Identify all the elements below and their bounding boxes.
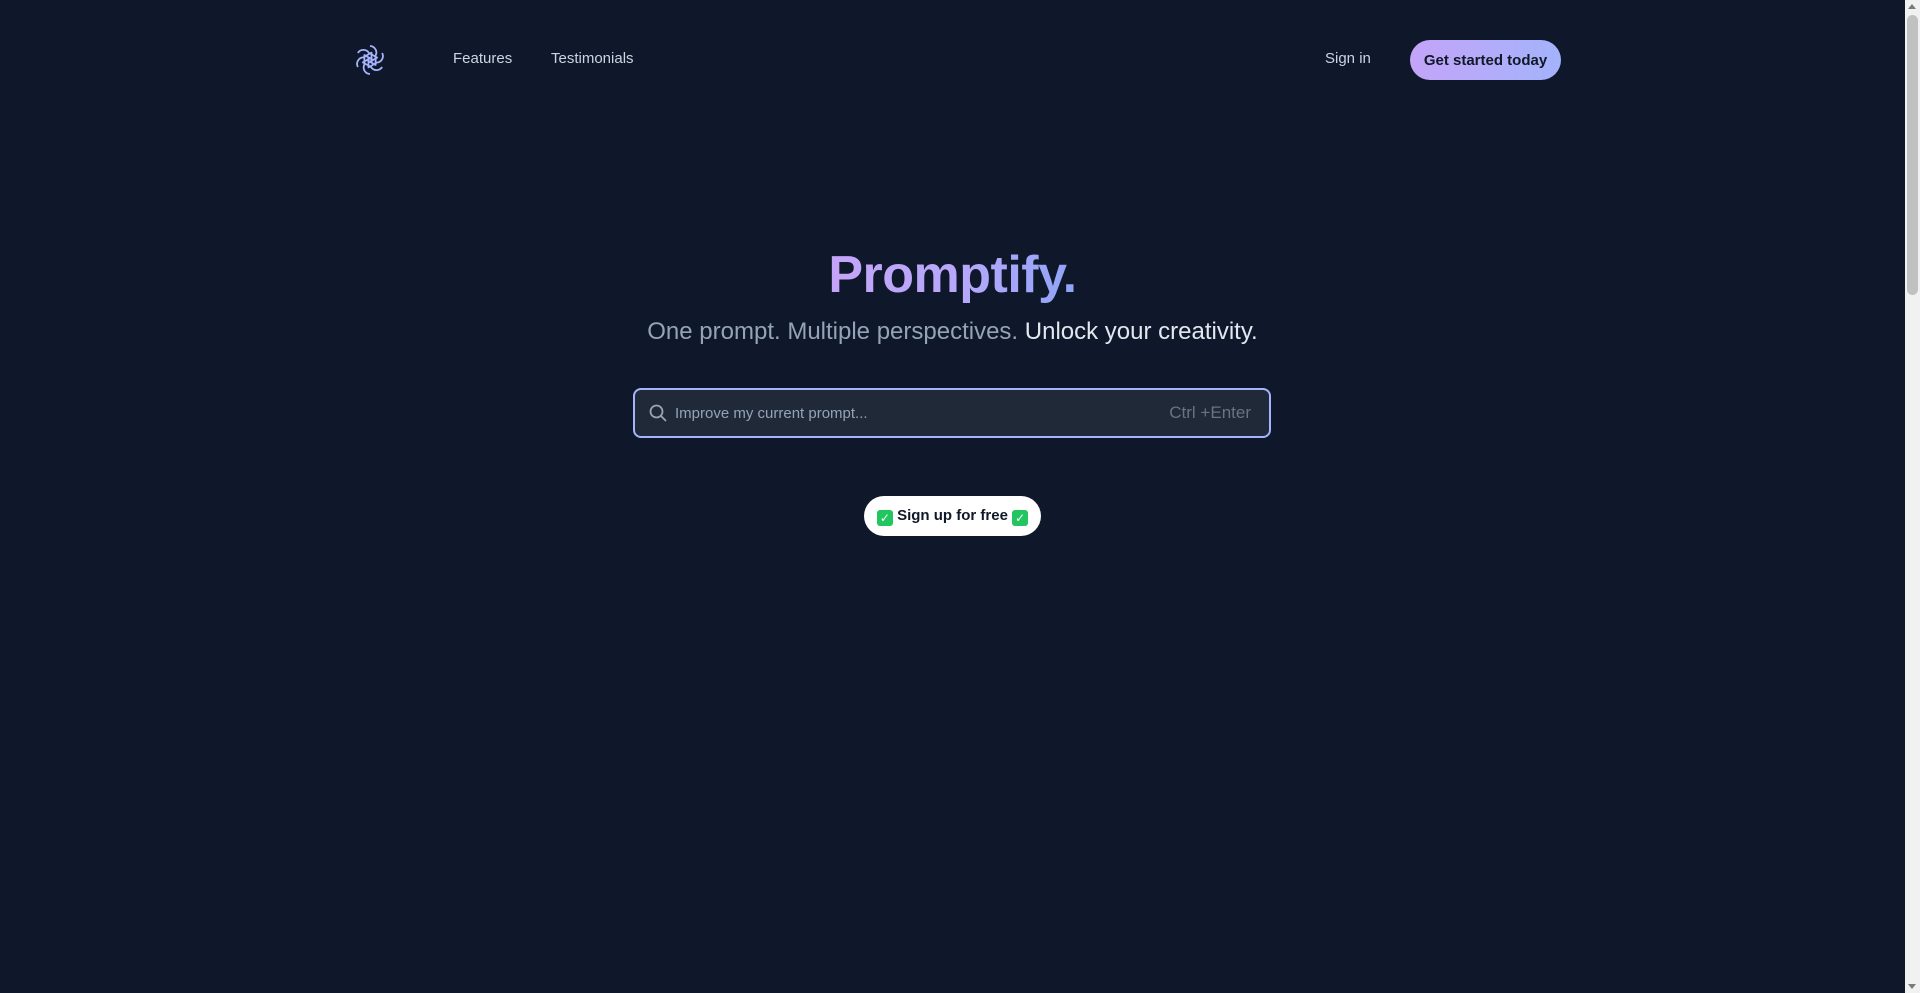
hero-subtitle: One prompt. Multiple perspectives. Unloc… — [0, 315, 1905, 349]
prompt-search-box[interactable]: Ctrl +Enter — [633, 388, 1271, 438]
landing-page: Features Testimonials Sign in Get starte… — [0, 0, 1920, 993]
sign-in-link[interactable]: Sign in — [1325, 50, 1371, 67]
scroll-up-arrow-icon[interactable] — [1908, 4, 1916, 9]
hero-title-wrapper: Promptify. — [0, 240, 1905, 310]
hero-title: Promptify. — [828, 246, 1077, 304]
logo-icon[interactable] — [352, 42, 388, 78]
nav-link-features[interactable]: Features — [453, 50, 512, 67]
search-icon — [649, 404, 667, 422]
nav-link-testimonials[interactable]: Testimonials — [551, 50, 634, 67]
scrollbar-thumb[interactable] — [1907, 15, 1918, 295]
prompt-input[interactable] — [675, 390, 1125, 436]
scroll-down-arrow-icon[interactable] — [1908, 984, 1916, 989]
sign-up-label: Sign up for free — [897, 506, 1008, 524]
keyboard-shortcut-hint: Ctrl +Enter — [1169, 403, 1251, 422]
top-nav: Features Testimonials Sign in Get starte… — [352, 40, 1562, 80]
openai-knot-logo-icon — [356, 45, 384, 75]
vertical-scrollbar[interactable] — [1905, 0, 1920, 993]
sign-up-free-button[interactable]: ✓ Sign up for free ✓ — [864, 496, 1041, 536]
get-started-button[interactable]: Get started today — [1410, 40, 1561, 80]
hero-subtitle-muted: One prompt. Multiple perspectives. — [647, 318, 1019, 345]
hero-subtitle-bright: Unlock your creativity. — [1024, 318, 1258, 345]
check-mark-icon: ✓ — [876, 509, 893, 526]
check-mark-icon: ✓ — [1012, 509, 1029, 526]
